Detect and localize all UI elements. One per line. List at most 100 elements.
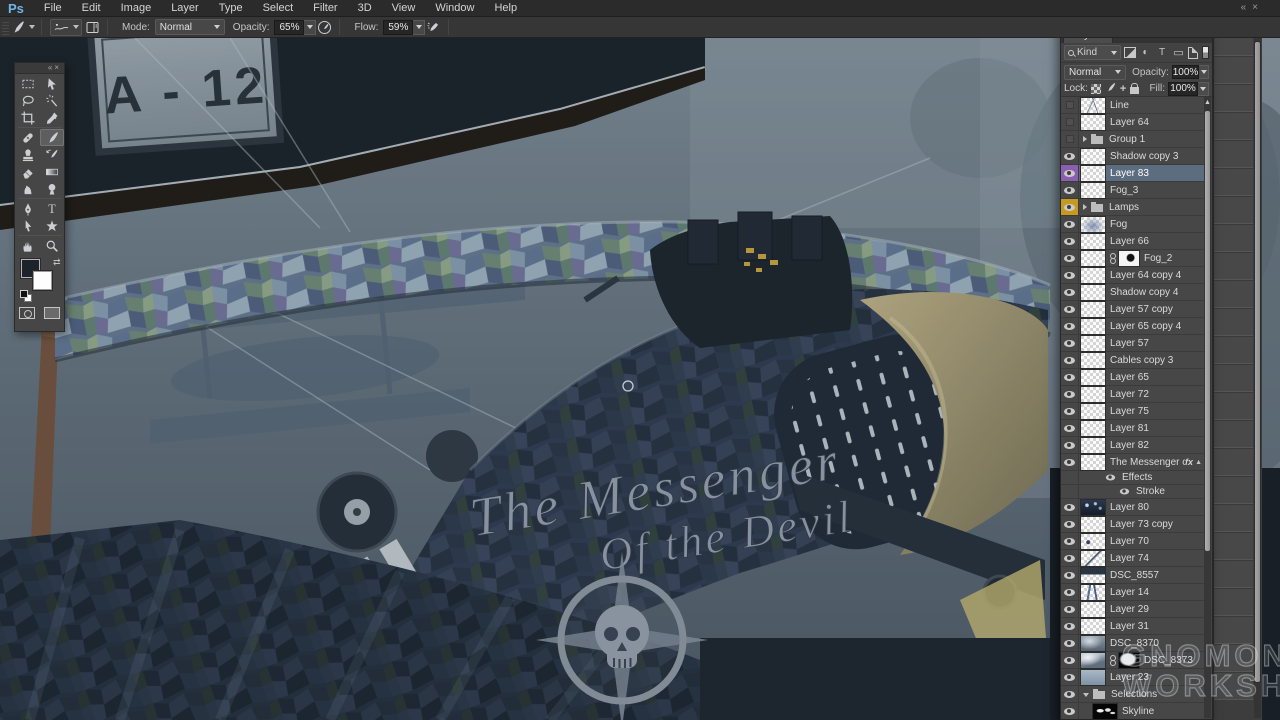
- layer-row-layer-57-copy[interactable]: Layer 57 copy: [1061, 301, 1205, 318]
- toggle-brush-panel-icon[interactable]: [84, 19, 101, 36]
- layer-row-shadow-copy-4[interactable]: Shadow copy 4: [1061, 284, 1205, 301]
- eye-icon[interactable]: [1064, 425, 1075, 432]
- menu-view[interactable]: View: [382, 0, 426, 17]
- eye-icon[interactable]: [1064, 374, 1075, 381]
- fill-caret[interactable]: [1198, 82, 1209, 96]
- visibility-cell[interactable]: [1061, 550, 1079, 566]
- eye-icon[interactable]: [1064, 306, 1075, 313]
- tool-preset-caret-icon[interactable]: [29, 25, 35, 29]
- layer-thumbnail[interactable]: [1081, 500, 1105, 515]
- layer-thumbnail[interactable]: [1081, 387, 1105, 402]
- eye-icon[interactable]: [1064, 555, 1075, 562]
- panel-collapse-close-icons[interactable]: «×: [1241, 2, 1264, 13]
- filter-kind-dropdown[interactable]: Kind: [1064, 45, 1121, 60]
- visibility-cell[interactable]: [1061, 250, 1079, 266]
- visibility-cell[interactable]: [1061, 284, 1079, 300]
- lock-pixels-icon[interactable]: [1105, 82, 1116, 96]
- layers-opacity-field[interactable]: 100%: [1172, 65, 1200, 79]
- blend-mode-dropdown[interactable]: Normal: [155, 19, 225, 35]
- filter-shape-layers-icon[interactable]: ▭: [1172, 45, 1186, 60]
- visibility-cell[interactable]: [1061, 352, 1079, 368]
- eye-icon[interactable]: [1064, 323, 1075, 330]
- layer-mask-thumbnail[interactable]: [1119, 251, 1139, 266]
- eye-icon[interactable]: [1064, 589, 1075, 596]
- layer-row-layer-57[interactable]: Layer 57: [1061, 335, 1205, 352]
- visibility-cell[interactable]: [1061, 618, 1079, 634]
- visibility-cell[interactable]: [1061, 403, 1079, 419]
- visibility-cell[interactable]: [1061, 148, 1079, 164]
- menu-edit[interactable]: Edit: [72, 0, 111, 17]
- smudge-tool[interactable]: [16, 180, 40, 197]
- layer-row-effects[interactable]: Effects: [1061, 471, 1205, 485]
- swap-colors-icon[interactable]: ⇄: [53, 257, 61, 268]
- eye-checkbox-empty[interactable]: [1066, 118, 1074, 126]
- rectangular-marquee-tool[interactable]: [16, 75, 40, 92]
- menu-select[interactable]: Select: [253, 0, 304, 17]
- eye-icon[interactable]: [1064, 674, 1075, 681]
- layer-row-selections[interactable]: Selections: [1061, 686, 1205, 703]
- layer-mask-thumbnail[interactable]: [1119, 653, 1139, 668]
- layer-thumbnail[interactable]: [1081, 166, 1105, 181]
- visibility-cell[interactable]: [1061, 437, 1079, 453]
- lock-all-icon[interactable]: [1130, 87, 1139, 94]
- layer-thumbnail[interactable]: [1081, 319, 1105, 334]
- screen-mode-icon[interactable]: [44, 307, 60, 319]
- visibility-cell[interactable]: [1061, 131, 1079, 147]
- eye-icon[interactable]: [1064, 221, 1075, 228]
- eye-icon[interactable]: [1064, 153, 1075, 160]
- visibility-cell[interactable]: [1061, 114, 1079, 130]
- default-colors-icon[interactable]: [20, 290, 30, 300]
- visibility-cell[interactable]: [1061, 318, 1079, 334]
- visibility-cell[interactable]: [1061, 601, 1079, 617]
- layer-row-group-1[interactable]: Group 1: [1061, 131, 1205, 148]
- eye-icon[interactable]: [1064, 238, 1075, 245]
- layer-thumbnail[interactable]: [1081, 98, 1105, 113]
- visibility-cell[interactable]: [1061, 669, 1079, 685]
- layer-row-layer-14[interactable]: Layer 14: [1061, 584, 1205, 601]
- brush-preset-picker[interactable]: [50, 19, 82, 36]
- layer-thumbnail[interactable]: [1081, 302, 1105, 317]
- layer-row-dsc-8557[interactable]: DSC_8557: [1061, 567, 1205, 584]
- layer-row-layer-66[interactable]: Layer 66: [1061, 233, 1205, 250]
- layer-thumbnail[interactable]: [1081, 421, 1105, 436]
- layer-row-cables-copy-3[interactable]: Cables copy 3: [1061, 352, 1205, 369]
- layer-thumbnail[interactable]: [1081, 517, 1105, 532]
- visibility-cell[interactable]: [1061, 485, 1079, 498]
- layer-thumbnail[interactable]: [1093, 704, 1117, 719]
- layer-thumbnail[interactable]: [1081, 251, 1105, 266]
- path-selection-tool[interactable]: [16, 217, 40, 234]
- layer-thumbnail[interactable]: [1081, 183, 1105, 198]
- layer-thumbnail[interactable]: [1081, 353, 1105, 368]
- layer-row-layer-73-copy[interactable]: Layer 73 copy: [1061, 516, 1205, 533]
- scrollbar-thumb[interactable]: [1255, 42, 1260, 682]
- layer-row-shadow-copy-3[interactable]: Shadow copy 3: [1061, 148, 1205, 165]
- eye-icon[interactable]: [1064, 255, 1075, 262]
- eraser-tool[interactable]: [16, 163, 40, 180]
- eye-icon[interactable]: [1064, 623, 1075, 630]
- menu-image[interactable]: Image: [111, 0, 162, 17]
- layer-thumbnail[interactable]: [1081, 585, 1105, 600]
- layer-row-lamps[interactable]: Lamps: [1061, 199, 1205, 216]
- layer-row-layer-23[interactable]: Layer 23: [1061, 669, 1205, 686]
- brush-tool-icon[interactable]: [9, 19, 26, 36]
- background-color-swatch[interactable]: [33, 271, 52, 290]
- fx-badge[interactable]: fx: [1185, 457, 1195, 467]
- tablet-pressure-size-icon[interactable]: [455, 19, 472, 36]
- eye-icon[interactable]: [1064, 521, 1075, 528]
- pen-tool[interactable]: [16, 200, 40, 217]
- menu-layer[interactable]: Layer: [161, 0, 209, 17]
- eye-checkbox-empty[interactable]: [1066, 135, 1074, 143]
- menu-type[interactable]: Type: [209, 0, 253, 17]
- menu-3d[interactable]: 3D: [348, 0, 382, 17]
- layer-thumbnail[interactable]: [1081, 234, 1105, 249]
- menu-window[interactable]: Window: [425, 0, 484, 17]
- layer-thumbnail[interactable]: [1081, 534, 1105, 549]
- layer-row-fog-2[interactable]: Fog_2: [1061, 250, 1205, 267]
- visibility-cell[interactable]: [1061, 703, 1079, 719]
- opacity-caret-button[interactable]: [304, 20, 316, 35]
- visibility-cell[interactable]: [1061, 533, 1079, 549]
- visibility-cell[interactable]: [1061, 516, 1079, 532]
- airbrush-icon[interactable]: [425, 19, 442, 36]
- expand-triangle-icon[interactable]: [1083, 693, 1089, 697]
- filter-adjustment-layers-icon[interactable]: ◐: [1139, 45, 1153, 60]
